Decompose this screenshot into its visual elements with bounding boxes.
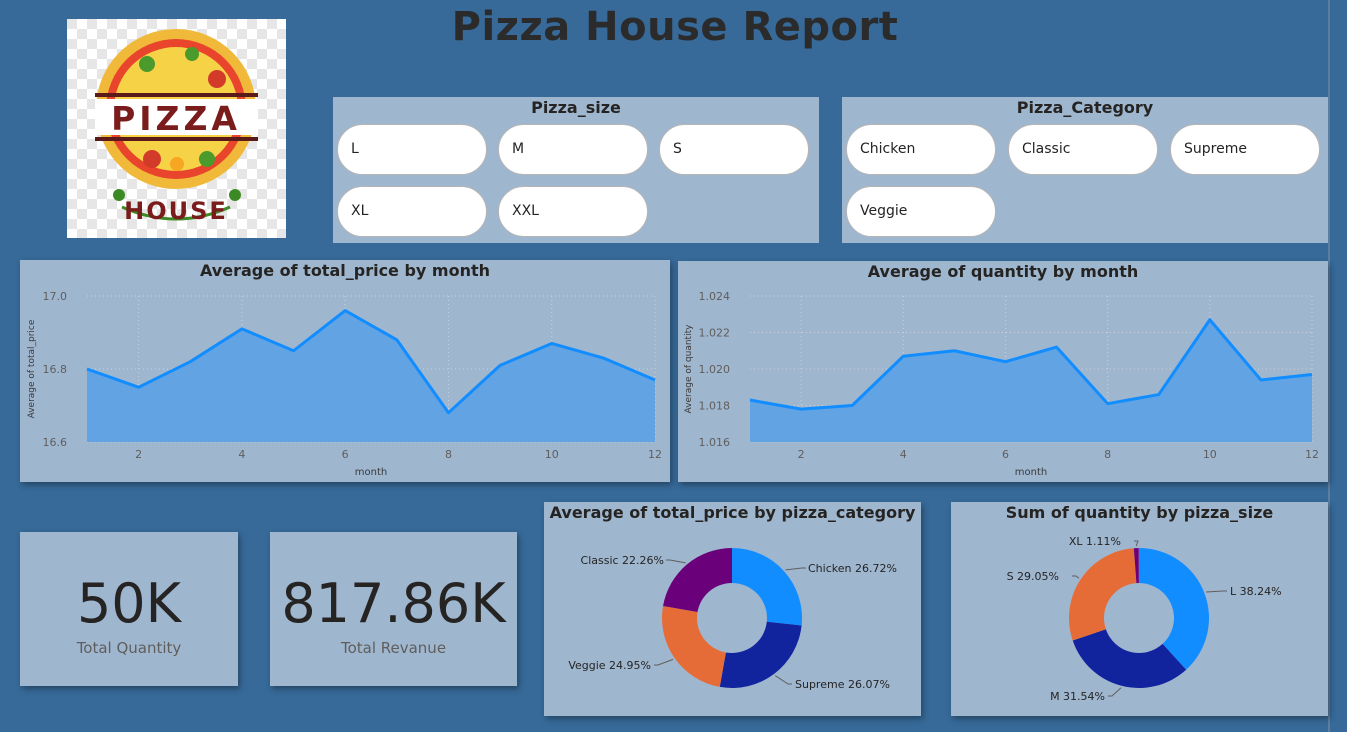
pizza-category-slicer-title: Pizza_Category xyxy=(1016,98,1154,117)
y-axis-title: Average of total_price xyxy=(27,319,37,418)
y-tick-label: 1.020 xyxy=(699,363,731,376)
size-option-m[interactable]: M xyxy=(498,124,648,175)
avg-quantity-by-month-chart[interactable]: Average of quantity by month 1.016 1.018 1… xyxy=(678,261,1328,482)
data-label: M 31.54% xyxy=(1050,690,1105,703)
donut-slice-s xyxy=(1069,548,1137,641)
leader-line xyxy=(1108,687,1122,697)
x-tick-label: 4 xyxy=(238,448,245,461)
donut-slice-supreme xyxy=(719,621,802,688)
x-axis-title: month xyxy=(1015,467,1047,478)
data-label: Supreme 26.07% xyxy=(795,678,890,691)
y-axis-title: Average of quantity xyxy=(684,324,694,414)
pizza-size-slicer-title: Pizza_size xyxy=(531,98,621,117)
donut-slice-classic xyxy=(663,548,732,613)
category-option-veggie[interactable]: Veggie xyxy=(846,186,996,237)
total-quantity-value: 50K xyxy=(76,572,182,635)
donut-slice-chicken xyxy=(732,548,802,626)
y-tick-label: 16.6 xyxy=(43,436,68,449)
avg-quantity-plot: 1.016 1.018 1.020 1.022 1.024 2 4 6 8 10 12 month Av… xyxy=(684,290,1319,478)
x-axis-title: month xyxy=(355,467,387,478)
donut-slice-veggie xyxy=(662,606,726,687)
pizza-category-slicer: Pizza_Category Chicken Classic Supreme V… xyxy=(842,97,1328,243)
leader-line xyxy=(1072,575,1080,579)
x-tick-label: 10 xyxy=(545,448,559,461)
x-tick-label: 6 xyxy=(1002,448,1009,461)
report-title: Pizza House Report xyxy=(451,4,899,50)
size-option-s[interactable]: S xyxy=(659,124,809,175)
total-revenue-value: 817.86K xyxy=(281,572,506,635)
x-tick-label: 8 xyxy=(445,448,452,461)
y-tick-label: 1.016 xyxy=(699,436,731,449)
leader-line xyxy=(1134,540,1139,547)
leader-line xyxy=(774,675,792,685)
data-label: Chicken 26.72% xyxy=(808,562,897,575)
area-fill xyxy=(750,319,1312,442)
category-option-classic[interactable]: Classic xyxy=(1008,124,1158,175)
leader-line xyxy=(785,567,806,571)
area-fill xyxy=(87,310,655,442)
x-tick-label: 8 xyxy=(1104,448,1111,461)
y-tick-label: 16.8 xyxy=(43,363,68,376)
data-label: Veggie 24.95% xyxy=(568,659,651,672)
pizza-house-logo: PIZZA HOUSE xyxy=(67,19,286,238)
total-quantity-label: Total Quantity xyxy=(76,639,182,657)
logo-pizza-text: PIZZA xyxy=(111,99,241,138)
data-label: Classic 22.26% xyxy=(581,554,664,567)
avg-price-by-month-chart[interactable]: Average of total_price by month 16.6 16.8… xyxy=(20,260,670,482)
x-tick-label: 4 xyxy=(900,448,907,461)
y-tick-label: 1.018 xyxy=(699,400,731,413)
data-label: S 29.05% xyxy=(1007,570,1059,583)
price-by-category-donut[interactable]: Average of total_price by pizza_category… xyxy=(544,502,921,716)
x-tick-label: 12 xyxy=(648,448,662,461)
leader-line xyxy=(666,559,686,564)
price-by-category-plot: Chicken 26.72% Supreme 26.07% Veggie 24.95… xyxy=(568,548,897,691)
total-quantity-card: 50K Total Quantity xyxy=(20,532,238,686)
size-option-xl[interactable]: XL xyxy=(337,186,487,237)
size-option-l[interactable]: L xyxy=(337,124,487,175)
y-tick-label: 1.024 xyxy=(699,290,731,303)
leader-line xyxy=(654,658,674,666)
x-tick-label: 2 xyxy=(135,448,142,461)
data-label: XL 1.11% xyxy=(1069,535,1121,548)
x-tick-label: 2 xyxy=(798,448,805,461)
quantity-by-size-plot: L 38.24% M 31.54% S 29.05% XL 1.11% xyxy=(1007,535,1282,703)
size-option-xxl[interactable]: XXL xyxy=(498,186,648,237)
canvas-edge xyxy=(1328,0,1330,732)
logo-house-text: HOUSE xyxy=(124,197,228,225)
category-option-chicken[interactable]: Chicken xyxy=(846,124,996,175)
total-revenue-label: Total Revanue xyxy=(340,639,447,657)
quantity-by-size-donut[interactable]: Sum of quantity by pizza_size L 38.24% M … xyxy=(951,502,1328,716)
total-revenue-card: 817.86K Total Revanue xyxy=(270,532,517,686)
x-tick-label: 12 xyxy=(1305,448,1319,461)
pizza-size-slicer: Pizza_size L M S XL XXL xyxy=(333,97,819,243)
y-tick-label: 17.0 xyxy=(43,290,68,303)
y-tick-label: 1.022 xyxy=(699,327,731,340)
avg-price-plot: 16.6 16.8 17.0 2 4 6 8 10 12 month Average of tota… xyxy=(27,290,662,478)
leader-line xyxy=(1206,590,1227,593)
x-tick-label: 10 xyxy=(1203,448,1217,461)
data-label: L 38.24% xyxy=(1230,585,1282,598)
category-option-supreme[interactable]: Supreme xyxy=(1170,124,1320,175)
x-tick-label: 6 xyxy=(342,448,349,461)
